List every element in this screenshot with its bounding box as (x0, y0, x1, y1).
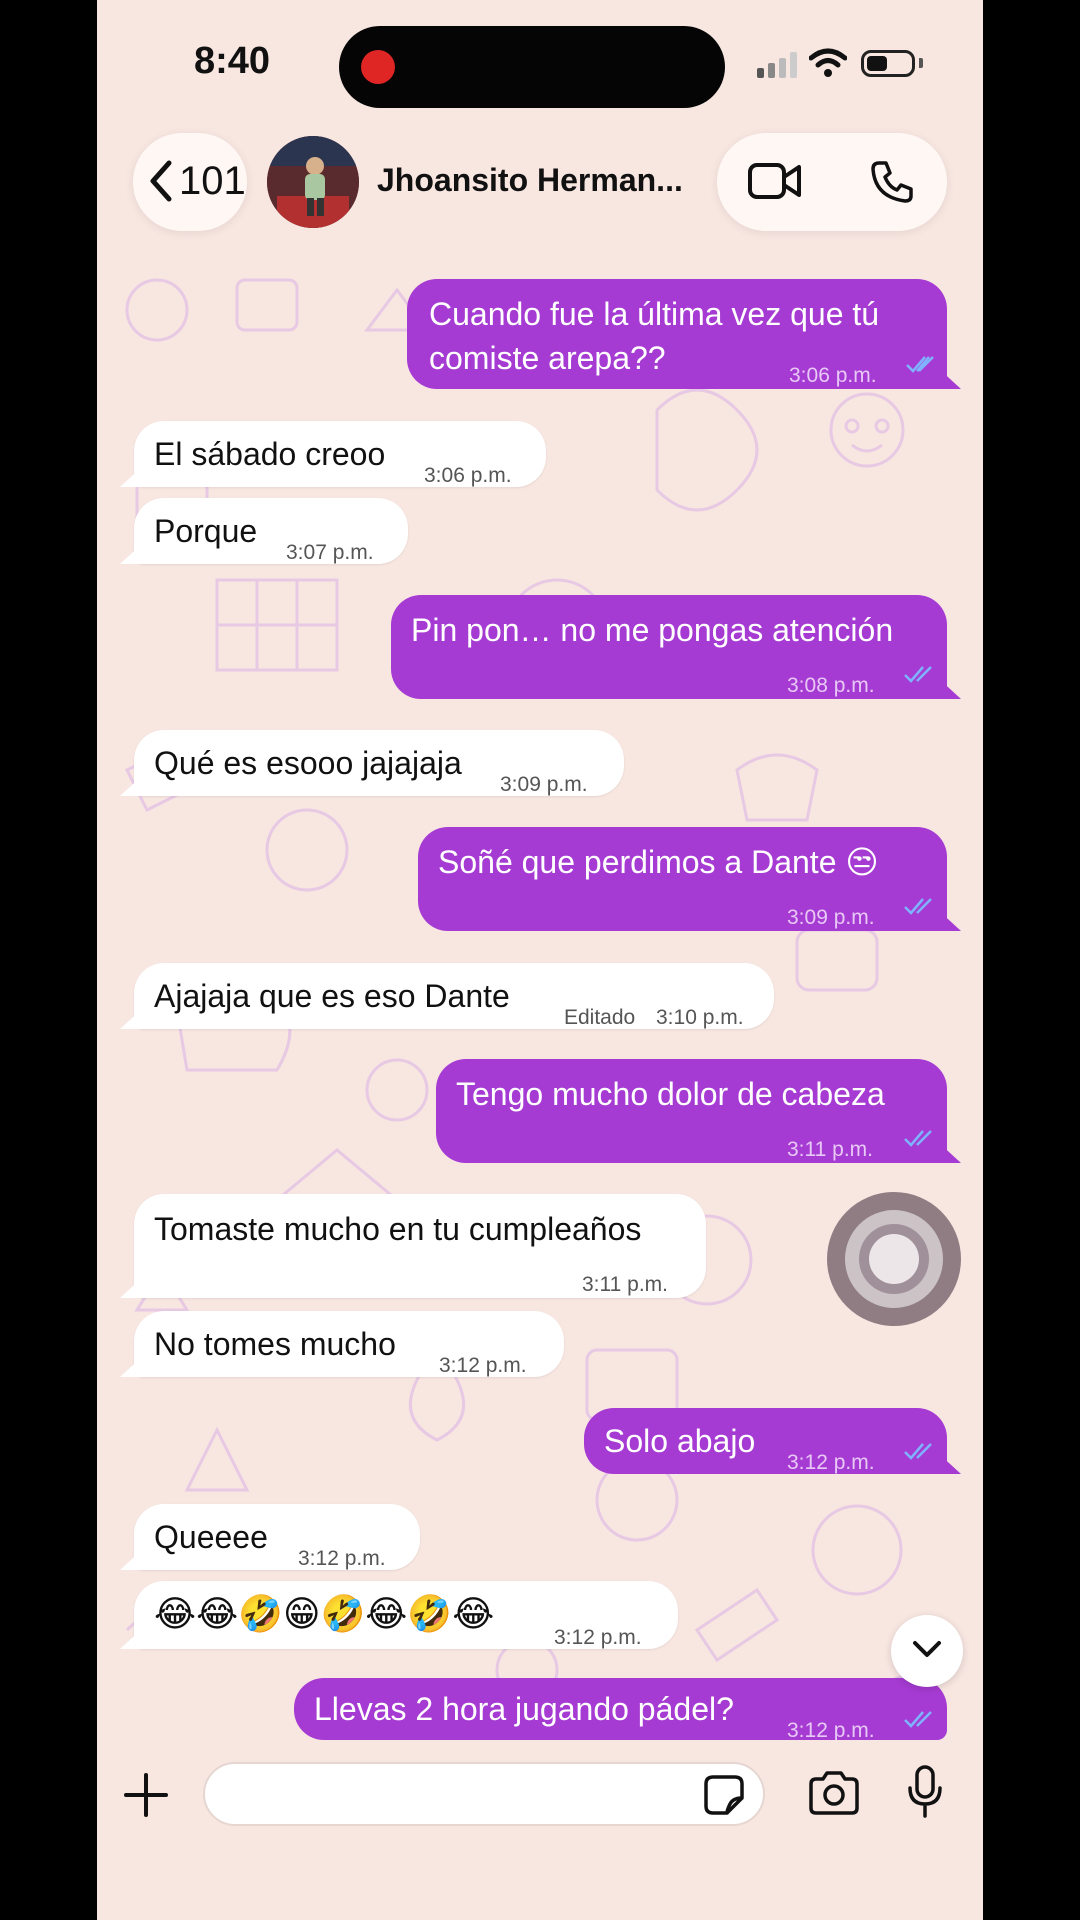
outgoing-message[interactable]: Solo abajo 3:12 p.m. (584, 1408, 961, 1474)
message-text: 😂😂🤣😁🤣😂🤣😂 (154, 1593, 495, 1634)
double-check-icon (904, 898, 932, 915)
message-time: 3:11 p.m. (582, 1273, 668, 1296)
plus-icon[interactable] (123, 1772, 169, 1818)
message-text: Qué es esooo jajajaja (154, 745, 462, 781)
microphone-icon[interactable] (905, 1764, 945, 1820)
message-text: Solo abajo (604, 1423, 756, 1459)
message-time: 3:12 p.m. (787, 1451, 875, 1474)
message-time: 3:10 p.m. (656, 1006, 744, 1029)
status-time: 8:40 (194, 40, 271, 82)
outgoing-message[interactable]: Soñé que perdimos a Dante 😒 3:09 p.m. (418, 827, 961, 931)
call-actions (717, 133, 947, 231)
contact-name[interactable]: Jhoansito Herman... (377, 162, 683, 199)
incoming-message[interactable]: Tomaste mucho en tu cumpleaños 3:11 p.m. (120, 1194, 706, 1298)
composer-bar (97, 1740, 983, 1920)
message-text: Queeee (154, 1519, 268, 1555)
wifi-icon (809, 48, 847, 77)
double-check-icon (904, 1711, 932, 1728)
message-time: 3:12 p.m. (298, 1547, 386, 1570)
message-time: 3:08 p.m. (787, 674, 875, 697)
message-text: comiste arepa?? (429, 340, 666, 376)
message-time: 3:11 p.m. (787, 1138, 873, 1161)
incoming-message[interactable]: Ajajaja que es eso Dante Editado 3:10 p.… (120, 963, 774, 1029)
sticker-icon[interactable] (703, 1774, 745, 1816)
video-call-icon[interactable] (747, 161, 803, 201)
double-check-icon (906, 356, 934, 373)
incoming-message[interactable]: Qué es esooo jajajaja 3:09 p.m. (120, 730, 624, 796)
outgoing-message[interactable]: Llevas 2 hora jugando pádel? 3:12 p.m. (294, 1678, 947, 1742)
incoming-message[interactable]: Queeee 3:12 p.m. (120, 1504, 420, 1570)
message-time: 3:06 p.m. (789, 364, 877, 387)
incoming-message[interactable]: El sábado creoo 3:06 p.m. (120, 421, 546, 487)
recording-indicator-icon (361, 50, 395, 84)
message-input[interactable] (203, 1762, 765, 1826)
chevron-down-icon (913, 1641, 941, 1657)
message-time: 3:06 p.m. (424, 464, 512, 487)
double-check-icon (904, 1130, 932, 1147)
message-text: Pin pon… no me pongas atención (411, 612, 894, 648)
message-time: 3:09 p.m. (787, 906, 875, 929)
outgoing-message[interactable]: Pin pon… no me pongas atención 3:08 p.m. (391, 595, 961, 699)
cellular-signal-icon (757, 52, 797, 78)
camera-icon[interactable] (807, 1770, 861, 1816)
incoming-message[interactable]: 😂😂🤣😁🤣😂🤣😂 3:12 p.m. (120, 1581, 678, 1649)
unread-count: 101 (179, 159, 246, 203)
message-text: No tomes mucho (154, 1326, 396, 1362)
message-text: Tengo mucho dolor de cabeza (456, 1076, 885, 1112)
contact-avatar[interactable] (267, 136, 359, 228)
dynamic-island (339, 26, 725, 108)
chat-screen: 8:40 101 Jhoansito Herman... Cuando fue … (97, 0, 983, 1920)
assistive-touch-button[interactable] (827, 1192, 961, 1326)
battery-icon (861, 50, 915, 77)
outgoing-message[interactable]: Cuando fue la última vez que tú comiste … (407, 279, 961, 389)
message-time: 3:12 p.m. (439, 1354, 527, 1377)
double-check-icon (904, 666, 932, 683)
incoming-message[interactable]: Porque 3:07 p.m. (120, 498, 408, 564)
outgoing-message[interactable]: Tengo mucho dolor de cabeza 3:11 p.m. (436, 1059, 961, 1163)
incoming-message[interactable]: No tomes mucho 3:12 p.m. (120, 1311, 564, 1377)
message-text: Ajajaja que es eso Dante (154, 978, 510, 1014)
message-text: Cuando fue la última vez que tú (429, 296, 880, 332)
message-time: 3:09 p.m. (500, 773, 588, 796)
message-text: Tomaste mucho en tu cumpleaños (154, 1211, 642, 1247)
message-time: 3:12 p.m. (554, 1626, 642, 1649)
back-button[interactable]: 101 (133, 133, 247, 231)
message-text: Porque (154, 513, 258, 549)
message-text: Soñé que perdimos a Dante 😒 (438, 844, 879, 880)
chevron-left-icon (150, 160, 172, 202)
message-text: El sábado creoo (154, 436, 386, 472)
message-text: Llevas 2 hora jugando pádel? (314, 1691, 734, 1727)
double-check-icon (904, 1443, 932, 1460)
edited-label: Editado (564, 1006, 636, 1029)
scroll-to-bottom-button[interactable] (891, 1615, 963, 1687)
phone-icon[interactable] (869, 159, 915, 205)
message-time: 3:07 p.m. (286, 541, 374, 564)
battery-cap (919, 58, 923, 68)
